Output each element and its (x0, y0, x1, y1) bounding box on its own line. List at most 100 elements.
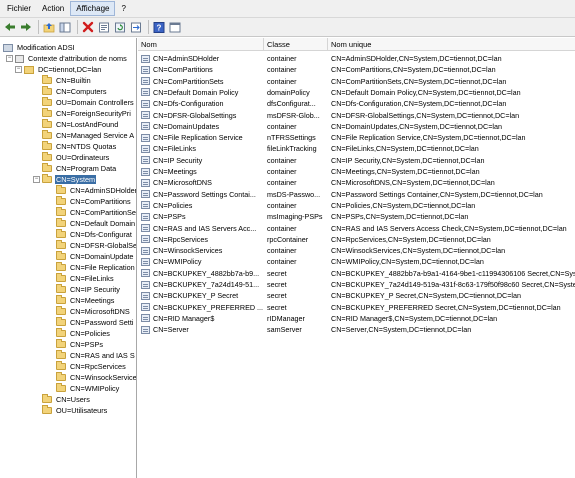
collapse-icon[interactable]: − (33, 176, 40, 183)
tree-pane[interactable]: Modification ADSI − Contexte d'attributi… (0, 38, 137, 478)
cell-name-text: CN=BCKUPKEY_7a24d149-51... (153, 280, 260, 289)
list-item[interactable]: CN=BCKUPKEY_PREFERRED ... secret CN=BCKUPK… (138, 302, 575, 313)
collapse-icon[interactable]: − (15, 66, 22, 73)
tree-node[interactable]: OU=Utilisateurs (42, 405, 108, 416)
tree-node[interactable]: CN=Password Setti (56, 317, 134, 328)
list-item[interactable]: CN=Dfs-Configuration dfsConfigurat... CN=D… (138, 98, 575, 109)
cell-distinguished-name: CN=Policies,CN=System,DC=tiennot,DC=lan (331, 200, 476, 210)
column-header-name[interactable]: Nom (138, 38, 264, 51)
tree-node[interactable]: CN=NTDS Quotas (42, 141, 117, 152)
tree-node[interactable]: CN=ComPartitions (56, 196, 132, 207)
column-header-distinguished-name[interactable]: Nom unique (328, 38, 575, 51)
cell-class: container (267, 246, 297, 256)
list-item[interactable]: CN=File Replication Service nTFRSSettings… (138, 132, 575, 143)
list-item[interactable]: CN=Server samServer CN=Server,CN=System,DC… (138, 324, 575, 335)
tree-node[interactable]: CN=Meetings (56, 295, 115, 306)
cell-class: container (267, 54, 297, 63)
list-item[interactable]: CN=WMIPolicy container CN=WMIPolicy,CN=Sys… (138, 256, 575, 267)
tree-node[interactable]: CN=ForeignSecurityPri (42, 108, 132, 119)
delete-icon[interactable] (81, 20, 95, 34)
tree-node[interactable]: OU=Ordinateurs (42, 152, 110, 163)
list-item[interactable]: CN=FileLinks fileLinkTracking CN=FileLinks… (138, 143, 575, 154)
list-item[interactable]: CN=DFSR-GlobalSettings msDFSR-Glob... CN=D… (138, 110, 575, 121)
tree-node[interactable]: CN=DomainUpdate (56, 251, 134, 262)
list-item[interactable]: CN=Meetings container CN=Meetings,CN=Syste… (138, 166, 575, 177)
list-item[interactable]: CN=AdminSDHolder container CN=AdminSDHolde… (138, 53, 575, 64)
tree-node[interactable]: CN=LostAndFound (42, 119, 119, 130)
view-icon[interactable] (168, 20, 182, 34)
tree-node[interactable]: CN=PSPs (56, 339, 104, 350)
tree-node[interactable]: CN=Default Domain (56, 218, 136, 229)
tree-node[interactable]: CN=Builtin (42, 75, 92, 86)
tree-domain[interactable]: − DC=tiennot,DC=lan (15, 64, 102, 75)
list-item[interactable]: CN=Password Settings Contai... msDS-Passw… (138, 189, 575, 200)
tree-node[interactable]: CN=MicrosoftDNS (56, 306, 131, 317)
folder-icon (42, 152, 52, 161)
list-item[interactable]: CN=ComPartitionSets container CN=ComPartit… (138, 76, 575, 87)
cell-name-text: CN=ComPartitionSets (153, 76, 224, 86)
column-header-class[interactable]: Classe (264, 38, 328, 51)
cell-name: CN=DomainUpdates (141, 121, 263, 132)
list-item[interactable]: CN=Policies container CN=Policies,CN=Syste… (138, 200, 575, 211)
cell-name-text: CN=Server (153, 325, 189, 335)
list-item[interactable]: CN=BCKUPKEY_4882bb7a-b9... secret CN=BCKUP… (138, 268, 575, 279)
list-item[interactable]: CN=RAS and IAS Servers Acc... container CN… (138, 223, 575, 234)
tree-node[interactable]: OU=Domain Controllers (42, 97, 135, 108)
tree-node[interactable]: CN=ComPartitionSe (56, 207, 136, 218)
cell-class: container (267, 178, 297, 188)
cell-distinguished-name: CN=RpcServices,CN=System,DC=tiennot,DC=l… (331, 234, 491, 244)
tree-node[interactable]: CN=Managed Service A (42, 130, 135, 141)
cell-class: container (267, 257, 297, 267)
forward-icon[interactable] (19, 20, 33, 34)
cell-name: CN=PSPs (141, 211, 263, 222)
tree-node[interactable]: CN=RAS and IAS S (56, 350, 136, 361)
tree-node[interactable]: CN=IP Security (56, 284, 121, 295)
tree-node[interactable]: CN=File Replication (56, 262, 136, 273)
list-item[interactable]: CN=IP Security container CN=IP Security,CN… (138, 155, 575, 166)
list-item[interactable]: CN=RpcServices rpcContainer CN=RpcServices… (138, 234, 575, 245)
list-item[interactable]: CN=DomainUpdates container CN=DomainUpdate… (138, 121, 575, 132)
tree-node-selected[interactable]: − CN=System (33, 174, 97, 185)
list-item[interactable]: CN=WinsockServices container CN=WinsockSer… (138, 245, 575, 256)
tree-node[interactable]: CN=RpcServices (56, 361, 127, 372)
tree-node[interactable]: CN=DFSR-GlobalSe (56, 240, 136, 251)
list-item[interactable]: CN=ComPartitions container CN=ComPartition… (138, 64, 575, 75)
tree-node[interactable]: CN=Policies (56, 328, 111, 339)
up-folder-icon[interactable] (42, 20, 56, 34)
tree-node[interactable]: CN=Dfs-Configurat (56, 229, 133, 240)
help-icon[interactable]: ? (152, 20, 166, 34)
menu-affichage[interactable]: Affichage (70, 1, 116, 16)
cell-name-text: CN=DomainUpdates (153, 121, 220, 131)
list-item[interactable]: CN=BCKUPKEY_7a24d149-51... secret CN=BCKUP… (138, 279, 575, 290)
tree-node[interactable]: CN=AdminSDHolder (56, 185, 136, 196)
properties-icon[interactable] (97, 20, 111, 34)
tree-node[interactable]: CN=WMIPolicy (56, 383, 120, 394)
menu-fichier[interactable]: Fichier (2, 2, 36, 15)
menu-help[interactable]: ? (116, 2, 130, 15)
list-item[interactable]: CN=MicrosoftDNS container CN=MicrosoftDNS,… (138, 177, 575, 188)
object-icon (141, 122, 150, 131)
list-item[interactable]: CN=BCKUPKEY_P Secret secret CN=BCKUPKEY_P … (138, 290, 575, 301)
back-icon[interactable] (3, 20, 17, 34)
tree-node-label: CN=WMIPolicy (70, 384, 120, 393)
tree-node-label: CN=Default Domain (70, 219, 136, 228)
show-hide-tree-icon[interactable] (58, 20, 72, 34)
tree-node[interactable]: CN=WinsockService (56, 372, 136, 383)
collapse-icon[interactable]: − (6, 55, 13, 62)
list-item[interactable]: CN=PSPs msImaging-PSPs CN=PSPs,CN=System,D… (138, 211, 575, 222)
menu-action[interactable]: Action (37, 2, 69, 15)
tree-node[interactable]: CN=Computers (42, 86, 108, 97)
refresh-icon[interactable] (113, 20, 127, 34)
list-item[interactable]: CN=Default Domain Policy domainPolicy CN=D… (138, 87, 575, 98)
tree-node[interactable]: CN=Program Data (42, 163, 117, 174)
export-list-icon[interactable] (129, 20, 143, 34)
tree-root[interactable]: Modification ADSI (3, 42, 76, 53)
object-list-pane[interactable]: Nom Classe Nom unique CN=AdminSDHolder co… (138, 38, 575, 478)
folder-icon (56, 218, 66, 227)
tree-node[interactable]: CN=Users (42, 394, 91, 405)
cell-name-text: CN=Dfs-Configuration (153, 99, 224, 109)
tree-node[interactable]: CN=FileLinks (56, 273, 115, 284)
cell-name: CN=DFSR-GlobalSettings (141, 110, 263, 121)
list-item[interactable]: CN=RID Manager$ rIDManager CN=RID Manager$… (138, 313, 575, 324)
tree-naming-context[interactable]: − Contexte d'attribution de noms (6, 53, 128, 64)
